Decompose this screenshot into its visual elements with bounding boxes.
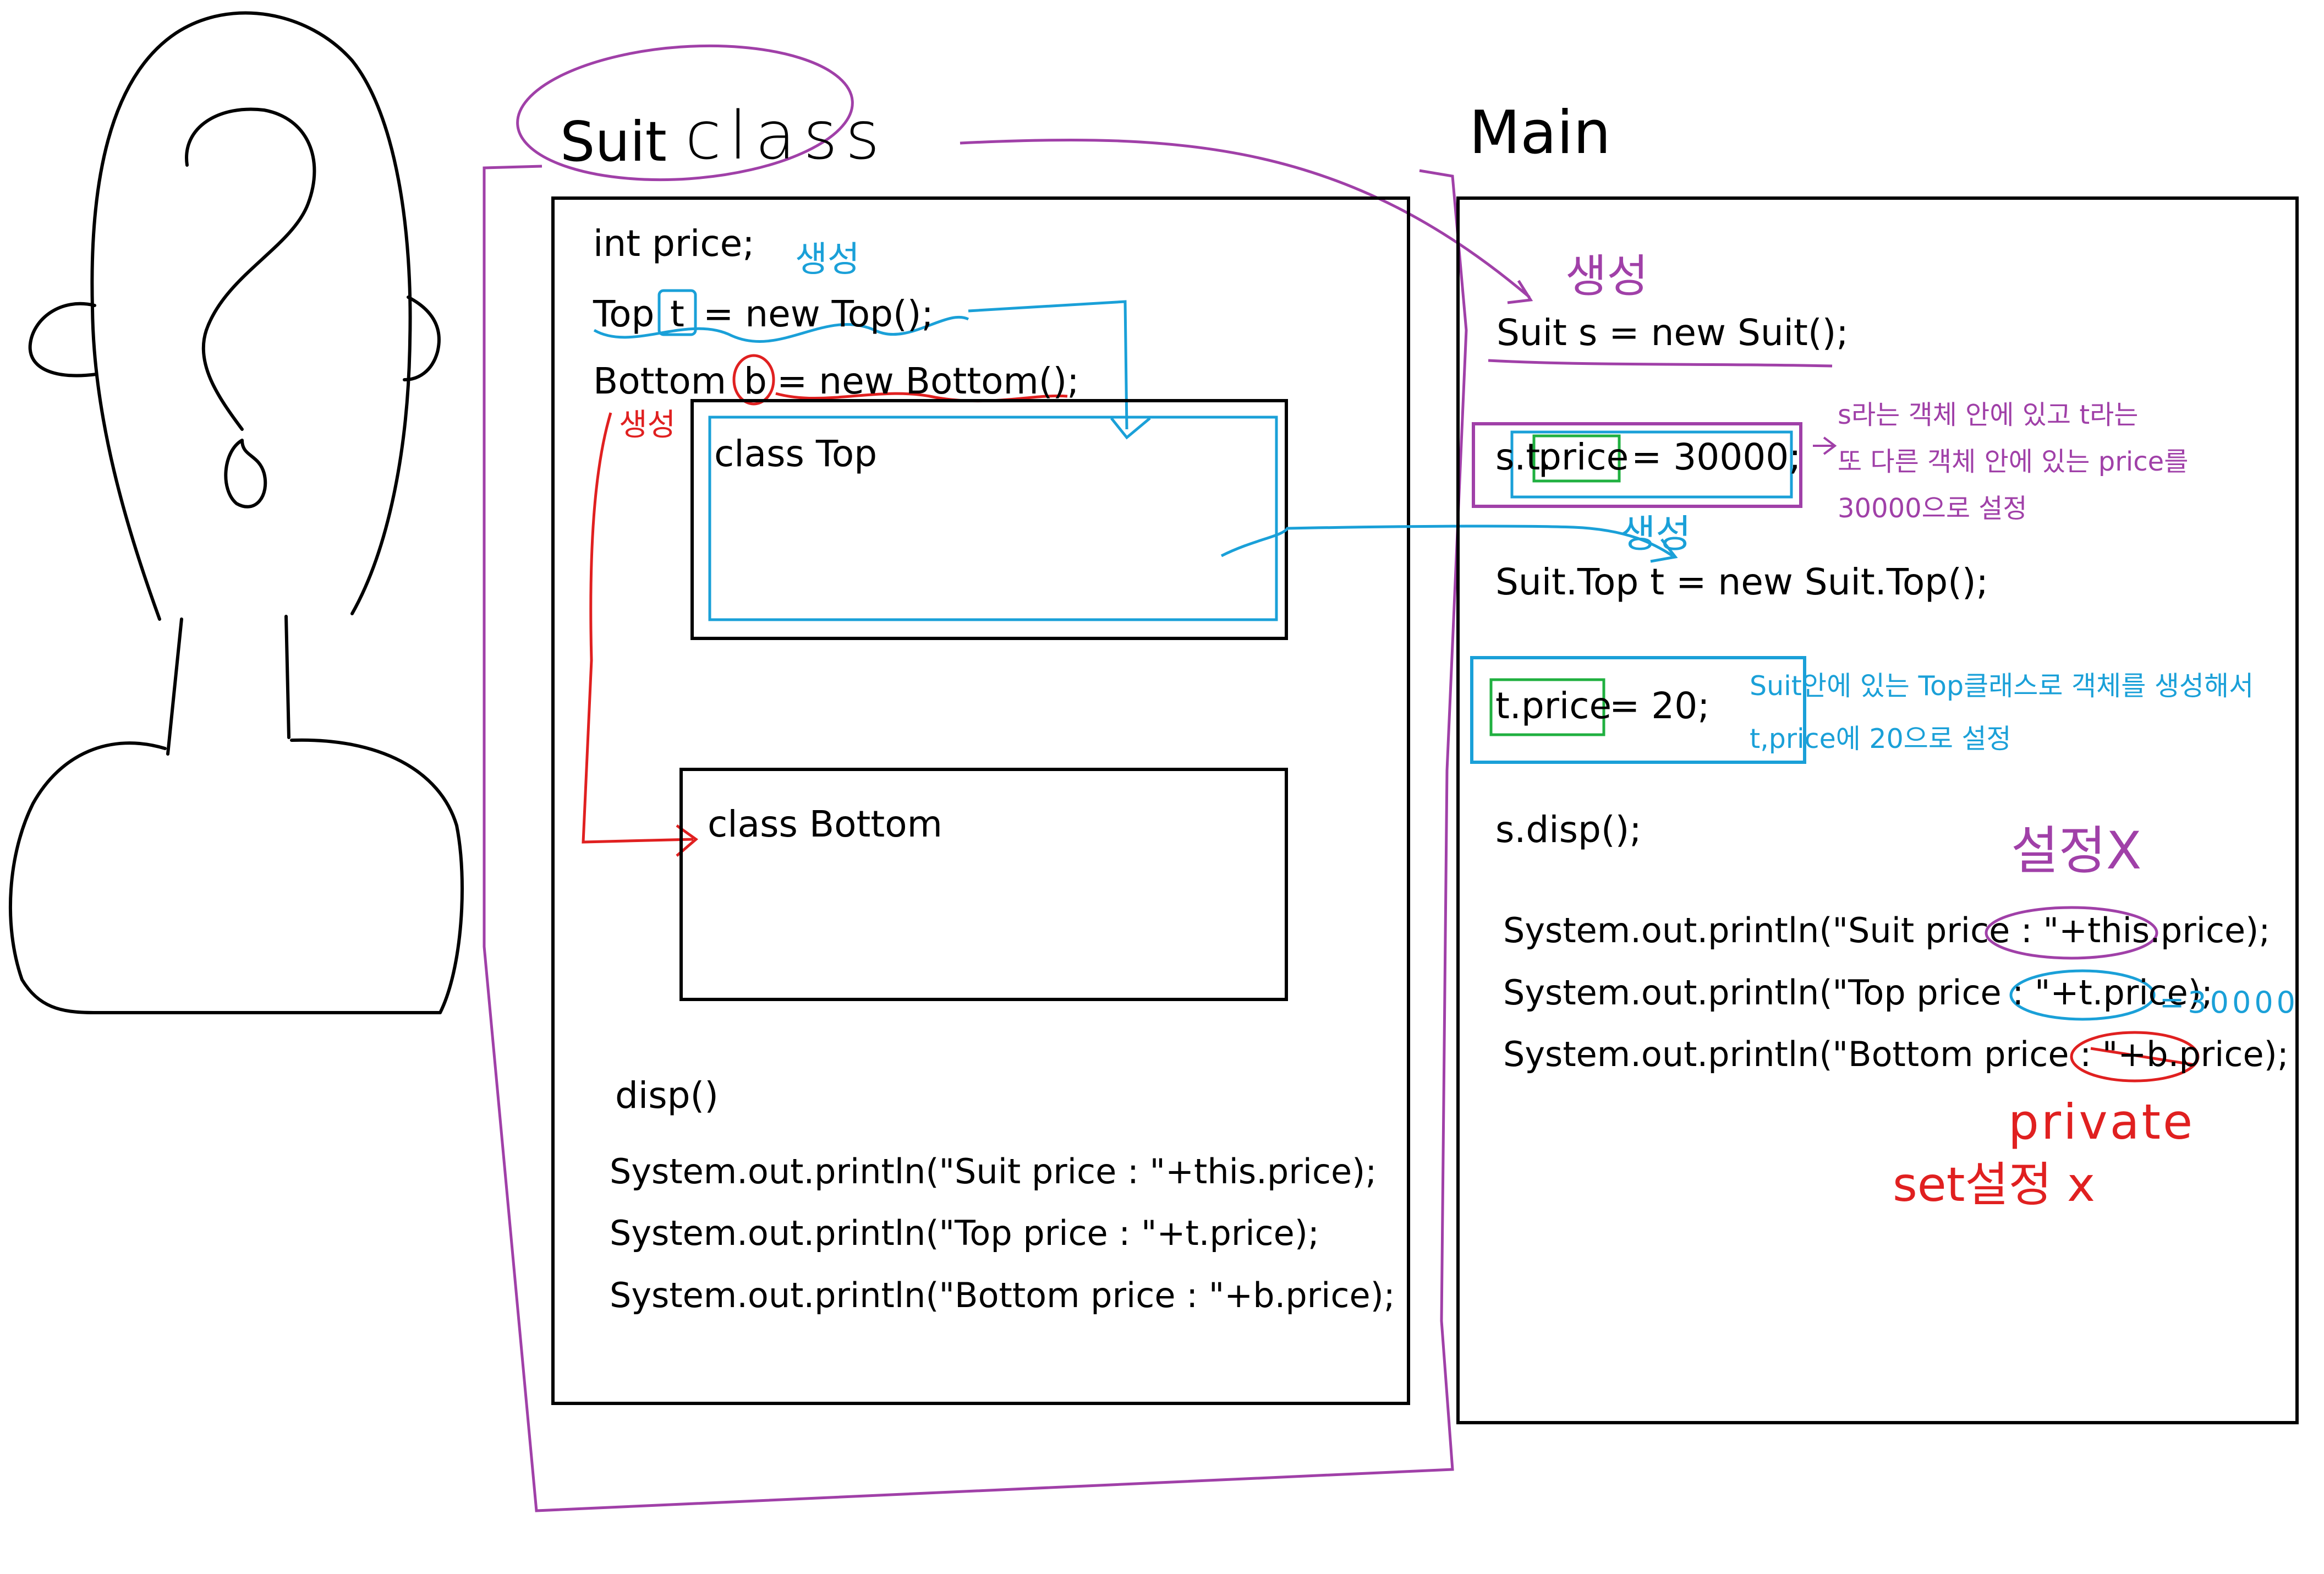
main-print-2-prefix: System.out.println("Top price : " [1503,972,2051,1013]
field-top-init: = new Top(); [703,293,934,335]
main-print-3-prefix: System.out.println("Bottom price : " [1503,1034,2118,1074]
main-print-3-suffix: ); [2263,1034,2289,1074]
suit-to-main-arrow [960,138,1533,304]
note-create-bottom: 생성 [619,407,676,443]
suit-print-line-3: System.out.println("Bottom price : "+b.p… [610,1275,1395,1315]
suit-title: Suit [560,110,667,174]
main-print-1-suffix: ); [2245,910,2271,950]
note-set-price-1: s라는 객체 안에 있고 t라는 [1838,400,2139,430]
line-t-price-field: t.price [1495,685,1612,727]
note-set-x: set설정 x [1893,1157,2095,1212]
main-title: Main [1469,99,1611,167]
new-suit-underline [1488,359,1833,368]
line-t-price-value: = 20; [1609,685,1710,727]
note-setting-x: 설정X [2011,821,2142,881]
suit-print-line-2: System.out.println("Top price : "+t.pric… [610,1213,1319,1253]
class-top-label: class Top [714,433,878,475]
note-private: private [2008,1094,2195,1150]
note-set-price-3: 30000으로 설정 [1838,493,2027,524]
line-new-suit: Suit s = new Suit(); [1497,311,1849,354]
field-top-var: t [670,293,684,335]
main-print-line-3: System.out.println("Bottom price : "+b.p… [1503,1037,2289,1072]
note-30000: =30000 [2159,985,2299,1020]
note-set-price-2: 또 다른 객체 안에 있는 price를 [1838,446,2189,477]
suit-title-hand: class [685,98,887,174]
field-bottom-init: = new Bottom(); [777,360,1079,402]
top-to-main-arrow [1220,524,1678,563]
main-print-line-1: System.out.println("Suit price : "+this.… [1503,914,2270,948]
bottom-create-arrow [582,412,699,857]
field-price: int price; [593,222,755,265]
field-bottom-var: b [744,360,767,402]
set-price-note-arrow [1813,436,1837,455]
note-create-suit: 생성 [1565,250,1648,303]
line-set-price-value: = 30000; [1631,436,1801,478]
note-t-price-2: t,price에 20으로 설정 [1750,723,2011,755]
field-bottom-type: Bottom [593,360,727,402]
suit-print-line-1: System.out.println("Suit price : "+this.… [610,1151,1377,1192]
line-new-top: Suit.Top t = new Suit.Top(); [1495,561,1988,603]
line-set-price-field: price [1538,436,1629,478]
line-disp: s.disp(); [1495,808,1642,851]
diagram-drawing [8,11,2299,1512]
class-bottom-label: class Bottom [708,803,942,845]
main-print-1-prefix: System.out.println("Suit price : " [1503,910,2059,950]
question-head-doodle [8,11,464,1014]
note-create-top-main: 생성 [1620,511,1691,556]
note-create-top: 생성 [795,239,860,280]
main-print-1-arg: +this.price [2059,910,2246,950]
main-print-line-2: System.out.println("Top price : "+t.pric… [1503,976,2213,1010]
main-print-3-arg: +b.price [2118,1034,2264,1074]
method-disp: disp() [615,1074,719,1117]
diagram-canvas: Suit class int price; 생성 Top t = new Top… [0,0,2324,1574]
note-t-price-1: Suit안에 있는 Top클래스로 객체를 생성해서 [1750,670,2254,702]
field-top-type: Top [593,293,655,335]
